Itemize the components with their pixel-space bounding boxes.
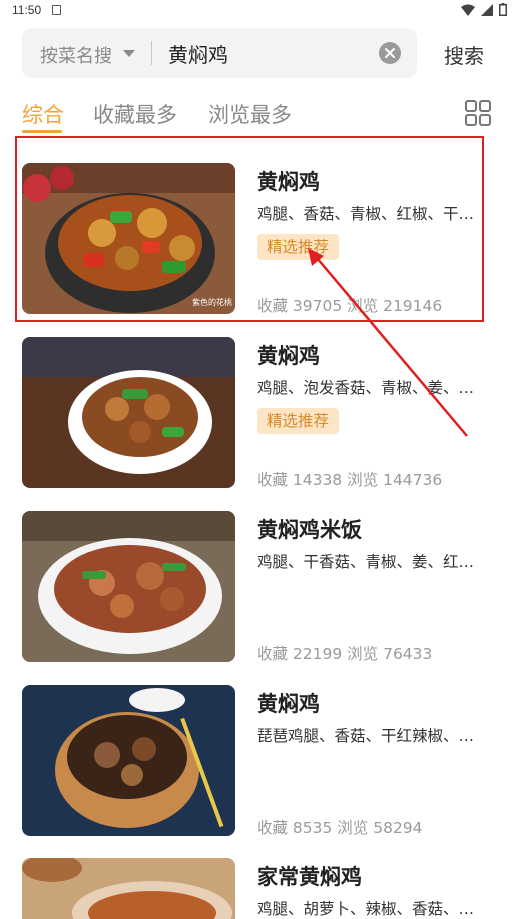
status-bar: 11:50 [0, 0, 517, 22]
recipe-card[interactable]: 黄焖鸡 琵琶鸡腿、香菇、干红辣椒、… 收藏 8535 浏览 58294 [0, 685, 517, 859]
recipe-thumbnail [22, 511, 235, 662]
recipe-stats: 收藏 8535 浏览 58294 [257, 819, 423, 837]
recipe-ingredients: 琵琶鸡腿、香菇、干红辣椒、… [257, 727, 475, 745]
recipe-card[interactable]: 黄焖鸡 鸡腿、泡发香菇、青椒、姜、… 精选推荐 收藏 14338 浏览 1447… [0, 337, 517, 511]
recipe-thumbnail [22, 337, 235, 488]
chevron-down-icon[interactable] [123, 50, 135, 57]
tab-most-viewed[interactable]: 浏览最多 [208, 99, 292, 129]
featured-badge: 精选推荐 [257, 408, 340, 434]
recipe-card[interactable]: 家常黄焖鸡 鸡腿、胡萝卜、辣椒、香菇、… [0, 858, 517, 919]
grid-view-icon[interactable] [465, 100, 491, 126]
search-button[interactable]: 搜索 [444, 40, 484, 69]
clear-icon[interactable] [379, 42, 401, 64]
recipe-ingredients: 鸡腿、胡萝卜、辣椒、香菇、… [257, 900, 475, 918]
status-time: 11:50 [12, 3, 42, 17]
recipe-title: 黄焖鸡米饭 [257, 518, 362, 542]
tab-comprehensive[interactable]: 综合 [22, 99, 64, 129]
active-tab-indicator [22, 130, 62, 133]
recipe-title: 家常黄焖鸡 [257, 865, 362, 889]
search-category-select[interactable]: 按菜名搜 [40, 42, 112, 68]
recipe-title: 黄焖鸡 [257, 344, 320, 368]
status-icons [461, 3, 507, 16]
recipe-stats: 收藏 22199 浏览 76433 [257, 645, 433, 663]
recipe-thumbnail [22, 685, 235, 836]
search-bar: 按菜名搜 [22, 28, 417, 78]
recipe-card[interactable]: 黄焖鸡米饭 鸡腿、干香菇、青椒、姜、红… 收藏 22199 浏览 76433 [0, 511, 517, 685]
recipe-ingredients: 鸡腿、干香菇、青椒、姜、红… [257, 553, 475, 571]
battery-icon [499, 3, 507, 16]
recipe-title: 黄焖鸡 [257, 692, 320, 716]
signal-icon [481, 3, 493, 16]
wifi-icon [461, 4, 475, 16]
recipe-ingredients: 鸡腿、泡发香菇、青椒、姜、… [257, 379, 475, 397]
notification-icon [52, 5, 61, 15]
recipe-stats: 收藏 14338 浏览 144736 [257, 471, 443, 489]
search-input[interactable] [168, 39, 368, 67]
search-divider [151, 41, 152, 65]
tab-most-favorited[interactable]: 收藏最多 [93, 99, 177, 129]
recipe-thumbnail [22, 858, 235, 919]
highlight-box [15, 136, 484, 322]
